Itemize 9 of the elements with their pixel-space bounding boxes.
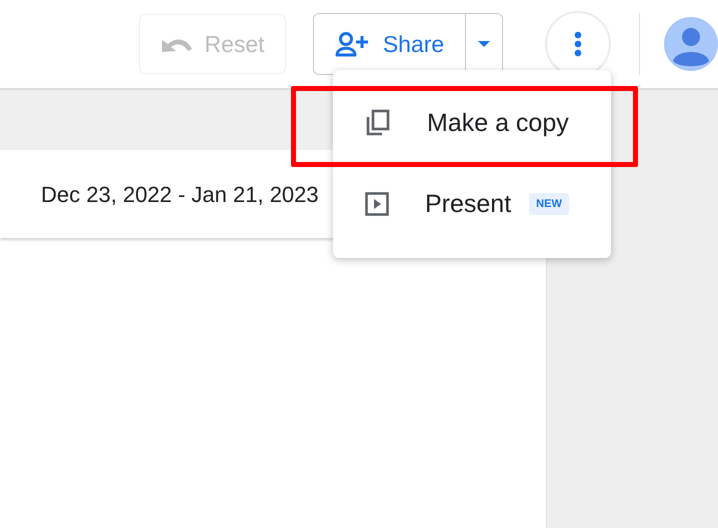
play-icon <box>365 192 389 216</box>
date-range-text: Dec 23, 2022 - Jan 21, 2023 <box>41 182 319 208</box>
more-vertical-icon <box>574 31 582 57</box>
new-badge: NEW <box>529 193 569 215</box>
add-person-icon <box>334 31 369 57</box>
caret-icon <box>478 40 490 48</box>
copy-icon <box>365 109 391 137</box>
avatar-icon[interactable] <box>664 17 718 71</box>
share-button[interactable]: Share <box>314 14 466 74</box>
